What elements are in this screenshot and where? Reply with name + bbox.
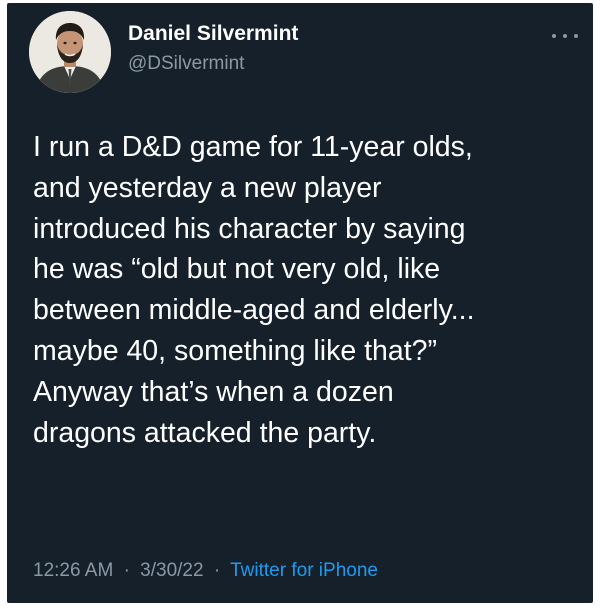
more-dot — [552, 34, 556, 38]
tweet-text-line: he was “old but not very old, like — [33, 253, 441, 286]
author-handle[interactable]: @DSilvermint — [128, 53, 244, 75]
tweet-meta: 12:26 AM · 3/30/22 · Twitter for iPhone — [33, 560, 378, 582]
tweet-text-line: I run a D&D game for 11-year olds, — [33, 131, 473, 163]
avatar-image — [29, 11, 111, 93]
tweet-text-line: and yesterday a new player — [33, 171, 382, 204]
tweet-text-line: between middle-aged and elderly... — [33, 294, 475, 327]
tweet-time[interactable]: 12:26 AM — [33, 560, 113, 581]
tweet-card: Daniel Silvermint @DSilvermint I run a D… — [7, 3, 593, 603]
tweet-text-line: introduced his character by saying — [33, 212, 466, 245]
meta-separator: · — [213, 560, 221, 581]
tweet-text: I run a D&D game for 11-year olds, and y… — [33, 127, 581, 453]
more-dot — [574, 34, 578, 38]
avatar[interactable] — [29, 11, 111, 93]
screenshot-frame: Daniel Silvermint @DSilvermint I run a D… — [0, 0, 600, 609]
tweet-text-line: Anyway that’s when a dozen — [33, 375, 394, 408]
tweet-source-link[interactable]: Twitter for iPhone — [230, 560, 378, 581]
more-dot — [563, 34, 567, 38]
author-name[interactable]: Daniel Silvermint — [128, 22, 298, 46]
more-horizontal-icon[interactable] — [552, 29, 578, 43]
meta-separator: · — [123, 560, 130, 581]
tweet-date[interactable]: 3/30/22 — [140, 560, 203, 581]
tweet-text-line: dragons attacked the party. — [33, 416, 377, 449]
tweet-text-line: maybe 40, something like that?” — [33, 334, 437, 367]
